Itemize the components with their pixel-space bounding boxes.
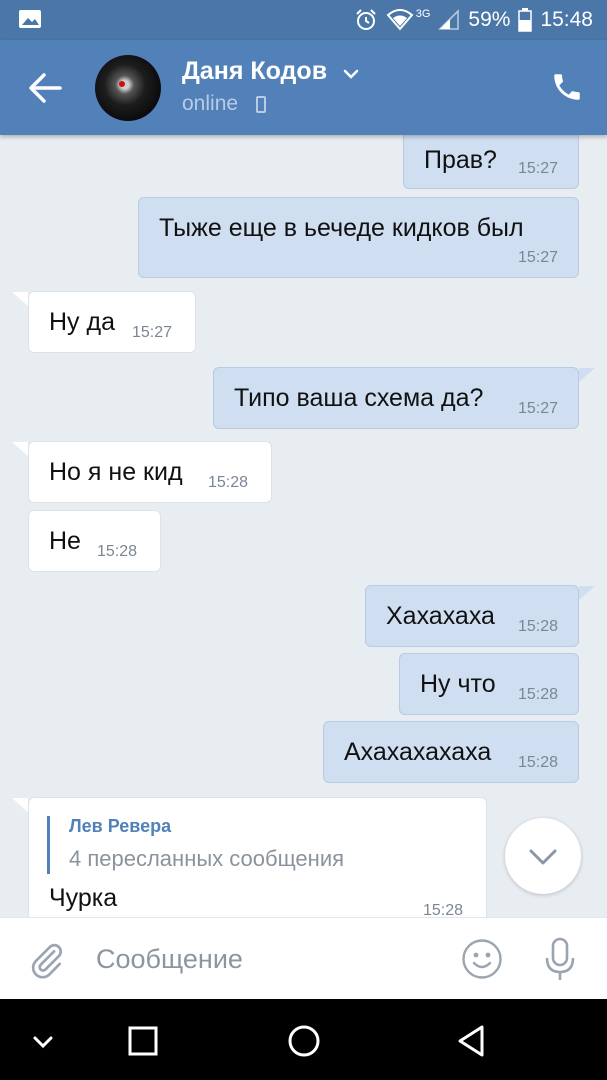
nav-home-icon[interactable] — [282, 1019, 326, 1063]
composer — [0, 917, 607, 1000]
message-list[interactable]: Прав? 15:27 Тыже еще в ьечеде кидков был… — [0, 135, 607, 917]
scroll-down-button[interactable] — [505, 818, 581, 894]
forwarded-text: Чурка — [49, 884, 118, 912]
chevron-down-icon — [529, 849, 557, 865]
bubble-tail — [579, 586, 595, 600]
nav-back-icon[interactable] — [450, 1019, 494, 1063]
message-bubble-incoming[interactable]: Ну да 15:27 — [28, 291, 196, 353]
avatar[interactable] — [95, 55, 161, 121]
forwarded-message-bubble[interactable]: Лев Ревера 4 пересланных сообщения Чурка… — [28, 797, 487, 917]
wifi-icon — [386, 9, 414, 31]
system-nav-bar — [0, 999, 607, 1080]
bubble-tail — [579, 368, 595, 382]
signal-icon — [438, 9, 460, 30]
forwarded-author[interactable]: Лев Ревера — [69, 816, 171, 837]
attach-icon[interactable] — [28, 940, 66, 980]
contact-status: online — [182, 92, 239, 115]
message-bubble-incoming[interactable]: Не 15:28 — [28, 510, 161, 572]
call-icon[interactable] — [550, 70, 584, 104]
alarm-icon — [356, 9, 376, 30]
emoji-icon[interactable] — [461, 938, 503, 980]
clock: 15:48 — [540, 8, 593, 31]
message-bubble-incoming[interactable]: Но я не кид 15:28 — [28, 441, 272, 503]
message-bubble-outgoing[interactable]: Ну что 15:28 — [399, 653, 579, 715]
status-bar: 3G 59% 15:48 — [0, 0, 607, 40]
chat-header: Даня Кодов online — [0, 40, 607, 135]
back-arrow-icon[interactable] — [26, 70, 64, 106]
nav-recents-icon[interactable] — [121, 1019, 165, 1063]
message-bubble-outgoing[interactable]: Типо ваша схема да? 15:27 — [213, 367, 579, 429]
message-input[interactable] — [96, 938, 436, 980]
forwarded-count[interactable]: 4 пересланных сообщения — [69, 846, 344, 872]
message-bubble-outgoing[interactable]: Прав? 15:27 — [403, 135, 579, 189]
forwarded-time: 15:28 — [423, 902, 464, 917]
message-bubble-outgoing[interactable]: Хахахаха 15:28 — [365, 585, 579, 647]
forward-quote-bar — [47, 816, 50, 874]
message-bubble-outgoing[interactable]: Ахахахахаха 15:28 — [323, 721, 579, 783]
battery-icon — [518, 8, 533, 32]
phone-icon — [256, 96, 266, 113]
gallery-icon — [19, 10, 41, 28]
nav-dropdown-icon[interactable] — [21, 1019, 65, 1063]
chevron-down-icon[interactable] — [343, 68, 359, 80]
bubble-tail — [12, 442, 28, 456]
message-bubble-outgoing[interactable]: Тыже еще в ьечеде кидков был 15:27 — [138, 197, 579, 278]
bubble-tail — [12, 798, 28, 812]
bubble-tail — [12, 292, 28, 306]
network-type: 3G — [415, 8, 431, 20]
contact-name[interactable]: Даня Кодов — [182, 57, 327, 86]
battery-percent: 59% — [468, 8, 511, 31]
mic-icon[interactable] — [541, 936, 579, 982]
